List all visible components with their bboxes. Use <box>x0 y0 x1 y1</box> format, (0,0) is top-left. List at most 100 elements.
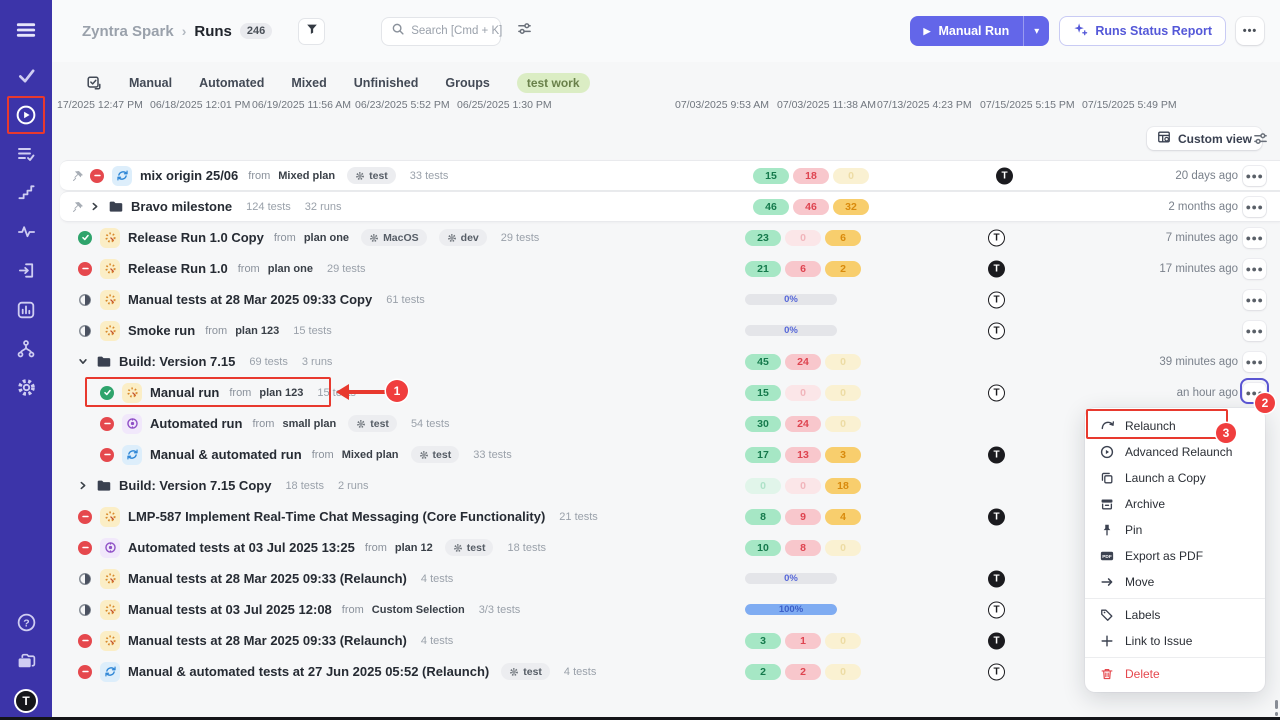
menu-item-delete[interactable]: Delete <box>1085 661 1265 687</box>
adjustments-icon[interactable] <box>517 21 532 41</box>
scrollbar-thumb[interactable] <box>1275 700 1278 709</box>
run-tag[interactable]: test <box>501 663 550 680</box>
row-more-button[interactable]: ●●● <box>1243 166 1266 186</box>
run-name[interactable]: Manual tests at 28 Mar 2025 09:33 (Relau… <box>128 571 407 586</box>
run-plan-name[interactable]: small plan <box>282 418 336 430</box>
status-stopped-icon <box>100 417 114 431</box>
menu-item-advanced-relaunch[interactable]: Advanced Relaunch <box>1085 439 1265 465</box>
runs-status-report-button[interactable]: Runs Status Report <box>1059 16 1226 46</box>
sidebar-item-hamburger-menu[interactable] <box>0 12 52 48</box>
sidebar-item-steps[interactable] <box>0 173 52 212</box>
tab-unfinished[interactable]: Unfinished <box>354 76 419 90</box>
sidebar-item-check[interactable] <box>0 56 52 95</box>
scrollbar-thumb[interactable] <box>1275 712 1278 716</box>
tag-filter-pill[interactable]: test work <box>517 73 590 93</box>
run-plan-name[interactable]: plan 12 <box>395 542 433 554</box>
mixed-run-icon <box>112 166 132 186</box>
filter-button[interactable] <box>298 18 325 45</box>
run-plan-name[interactable]: Mixed plan <box>278 170 335 182</box>
run-name[interactable]: mix origin 25/06 <box>140 168 238 183</box>
run-name[interactable]: Manual run <box>150 385 219 400</box>
view-sliders-icon[interactable] <box>1253 131 1268 151</box>
run-name[interactable]: Smoke run <box>128 323 195 338</box>
avatar: T <box>988 291 1005 308</box>
chevron-right-icon[interactable] <box>78 480 88 491</box>
table-row[interactable]: Build: Version 7.1569 tests3 runs4524039… <box>52 346 1280 377</box>
row-more-button[interactable]: ●●● <box>1243 228 1266 248</box>
row-more-button[interactable]: ●●● <box>1243 259 1266 279</box>
table-row[interactable]: Smoke runfrom plan 12315 tests0%T●●● <box>52 315 1280 346</box>
menu-item-relaunch[interactable]: Relaunch <box>1085 413 1265 439</box>
run-tag[interactable]: test <box>347 167 396 184</box>
run-plan-name[interactable]: plan one <box>304 232 349 244</box>
tab-groups[interactable]: Groups <box>445 76 489 90</box>
run-name[interactable]: Bravo milestone <box>131 199 232 214</box>
run-name[interactable]: Release Run 1.0 <box>128 261 228 276</box>
menu-item-pin[interactable]: Pin <box>1085 517 1265 543</box>
manual-run-button[interactable]: ▶ Manual Run <box>910 16 1024 46</box>
run-name[interactable]: Manual & automated tests at 27 Jun 2025 … <box>128 664 489 679</box>
run-tag[interactable]: dev <box>439 229 487 246</box>
sidebar-item-branch[interactable] <box>0 329 52 368</box>
menu-item-archive[interactable]: Archive <box>1085 491 1265 517</box>
sidebar-item-list-check[interactable] <box>0 134 52 173</box>
row-more-button[interactable]: ●●● <box>1243 321 1266 341</box>
sidebar-item-folders[interactable] <box>0 642 52 681</box>
sidebar-item-sign-in[interactable] <box>0 251 52 290</box>
run-name[interactable]: LMP-587 Implement Real-Time Chat Messagi… <box>128 509 545 524</box>
row-more-button[interactable]: ●●● <box>1243 290 1266 310</box>
table-row[interactable]: Bravo milestone124 tests32 runs4646322 m… <box>60 191 1280 222</box>
run-tag[interactable]: test <box>348 415 397 432</box>
chevron-down-icon[interactable] <box>78 356 88 367</box>
row-more-button[interactable]: ●●● <box>1243 352 1266 372</box>
sidebar-item-play-circle[interactable] <box>0 95 52 134</box>
run-name[interactable]: Automated run <box>150 416 242 431</box>
stat-badge-failed: 1 <box>785 633 821 649</box>
table-row[interactable]: mix origin 25/06from Mixed plantest33 te… <box>60 160 1280 191</box>
sidebar-item-help-circle[interactable]: ? <box>0 603 52 642</box>
run-name[interactable]: Release Run 1.0 Copy <box>128 230 264 245</box>
row-more-button[interactable]: ●●● <box>1243 197 1266 217</box>
run-plan-name[interactable]: Custom Selection <box>372 604 465 616</box>
menu-item-label: Delete <box>1125 667 1160 681</box>
row-more-button[interactable]: ●●● <box>1243 383 1266 403</box>
menu-item-link-to-issue[interactable]: Link to Issue <box>1085 628 1265 654</box>
stat-badge-passed: 23 <box>745 230 781 246</box>
table-row[interactable]: Manual runfrom plan 12315 tests1500Tan h… <box>52 377 1280 408</box>
run-plan-name[interactable]: plan 123 <box>259 387 303 399</box>
header-more-button[interactable]: ••• <box>1236 17 1264 45</box>
select-runs-icon[interactable] <box>86 75 102 91</box>
run-name[interactable]: Build: Version 7.15 <box>119 354 235 369</box>
run-plan-name[interactable]: plan one <box>268 263 313 275</box>
run-tag[interactable]: MacOS <box>361 229 427 246</box>
chevron-right-icon[interactable] <box>90 201 100 212</box>
menu-item-launch-a-copy[interactable]: Launch a Copy <box>1085 465 1265 491</box>
sidebar-item-pulse[interactable] <box>0 212 52 251</box>
search-input[interactable]: Search [Cmd + K] <box>381 17 501 46</box>
menu-item-move[interactable]: Move <box>1085 569 1265 595</box>
table-row[interactable]: Manual tests at 28 Mar 2025 09:33 Copy61… <box>52 284 1280 315</box>
tab-automated[interactable]: Automated <box>199 76 264 90</box>
run-name[interactable]: Manual tests at 28 Mar 2025 09:33 (Relau… <box>128 633 407 648</box>
sidebar-user-avatar[interactable]: T <box>0 681 52 720</box>
run-tag[interactable]: test <box>445 539 494 556</box>
table-row[interactable]: Release Run 1.0 Copyfrom plan oneMacOSde… <box>52 222 1280 253</box>
run-name[interactable]: Manual tests at 03 Jul 2025 12:08 <box>128 602 332 617</box>
tab-manual[interactable]: Manual <box>129 76 172 90</box>
run-name[interactable]: Build: Version 7.15 Copy <box>119 478 271 493</box>
sidebar-item-gear[interactable] <box>0 368 52 407</box>
run-plan-name[interactable]: Mixed plan <box>342 449 399 461</box>
run-name[interactable]: Automated tests at 03 Jul 2025 13:25 <box>128 540 355 555</box>
run-tag[interactable]: test <box>411 446 460 463</box>
table-row[interactable]: Release Run 1.0from plan one29 tests2162… <box>52 253 1280 284</box>
run-name[interactable]: Manual tests at 28 Mar 2025 09:33 Copy <box>128 292 372 307</box>
breadcrumb-project[interactable]: Zyntra Spark <box>82 23 174 40</box>
manual-run-dropdown-button[interactable]: ▾ <box>1023 16 1049 46</box>
run-plan-name[interactable]: plan 123 <box>235 325 279 337</box>
menu-item-labels[interactable]: Labels <box>1085 602 1265 628</box>
tab-mixed[interactable]: Mixed <box>291 76 326 90</box>
sidebar-item-bar-chart[interactable] <box>0 290 52 329</box>
custom-view-button[interactable]: Custom view <box>1147 127 1262 150</box>
run-name[interactable]: Manual & automated run <box>150 447 302 462</box>
menu-item-export-as-pdf[interactable]: PDF Export as PDF <box>1085 543 1265 569</box>
